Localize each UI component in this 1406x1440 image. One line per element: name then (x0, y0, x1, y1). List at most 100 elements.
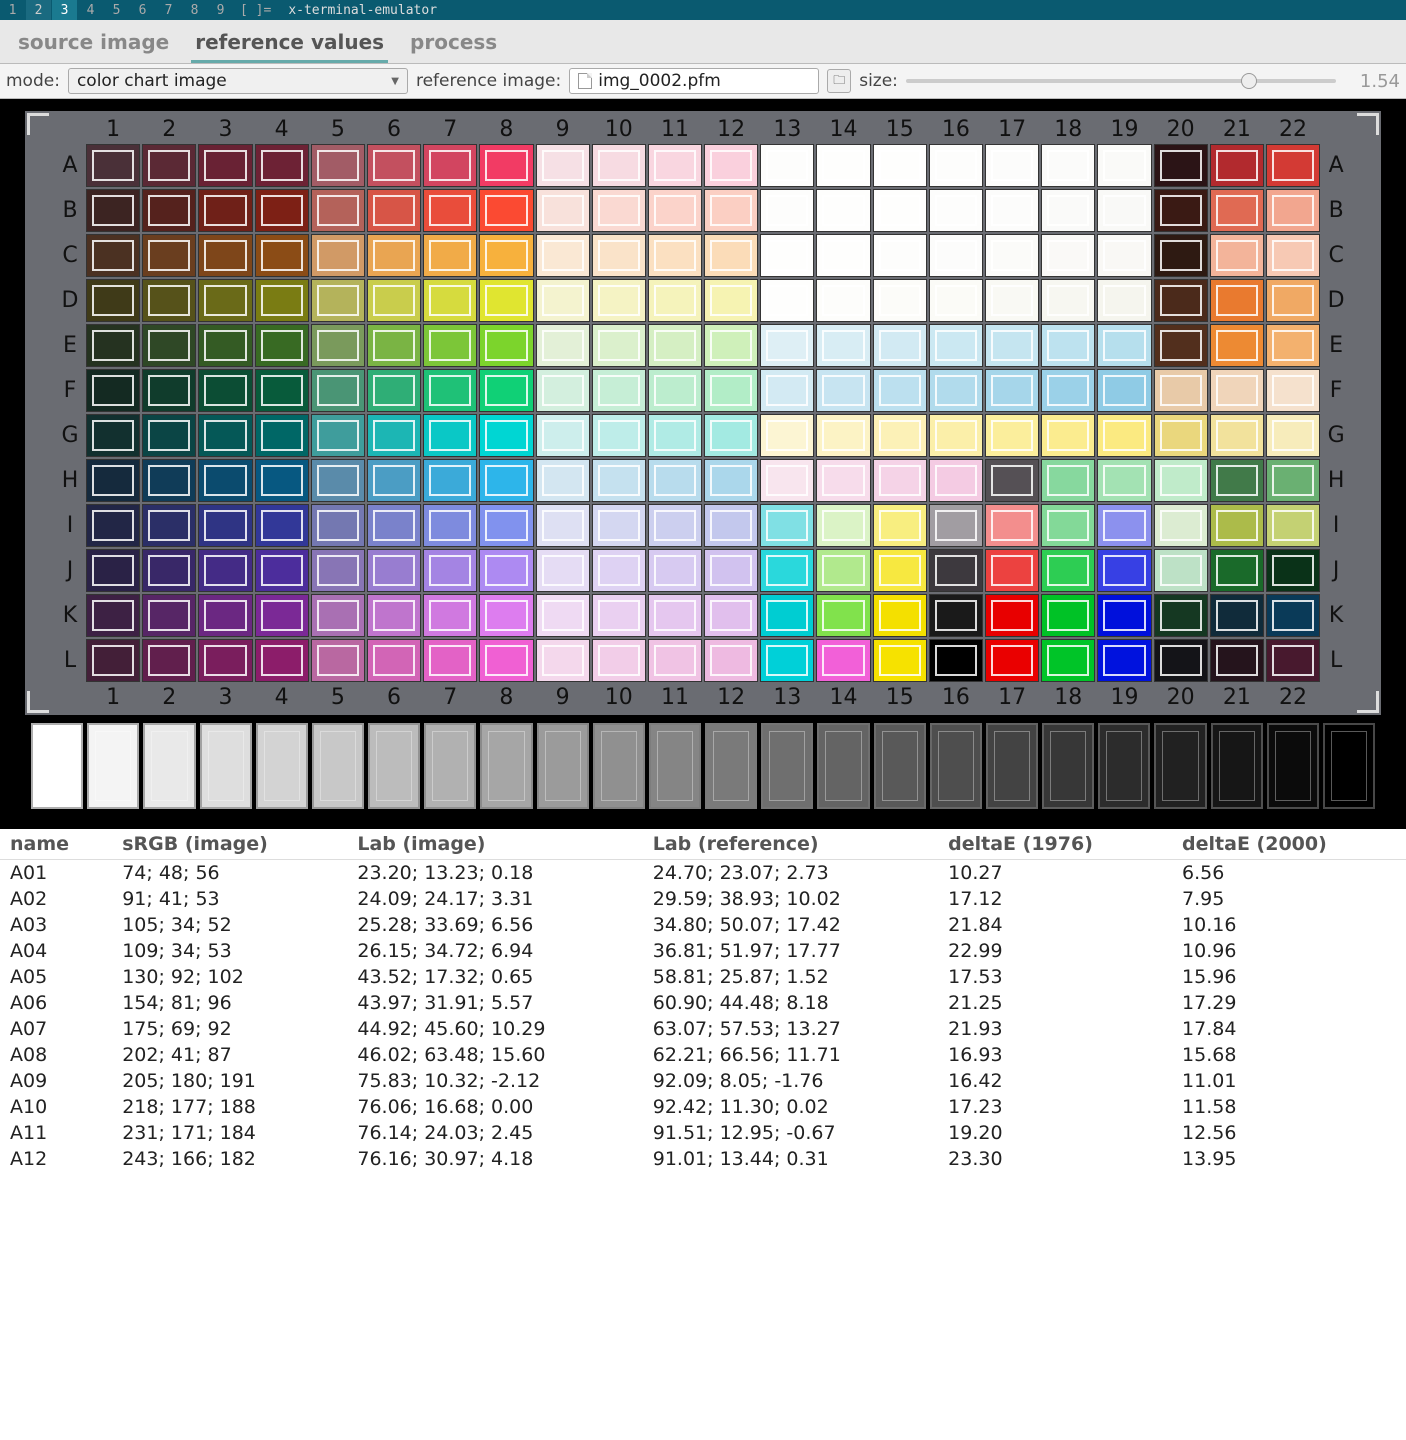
swatch-J14[interactable] (816, 549, 870, 592)
table-row[interactable]: A08202; 41; 8746.02; 63.48; 15.6062.21; … (0, 1042, 1406, 1068)
swatch-G07[interactable] (423, 414, 477, 457)
workspace-3[interactable]: 3 (52, 0, 78, 20)
swatch-D10[interactable] (592, 279, 646, 322)
swatch-G13[interactable] (760, 414, 814, 457)
swatch-C16[interactable] (929, 234, 983, 277)
swatch-K07[interactable] (423, 594, 477, 637)
gray-swatch-4[interactable] (256, 723, 308, 809)
swatch-J04[interactable] (255, 549, 309, 592)
swatch-J17[interactable] (985, 549, 1039, 592)
swatch-I17[interactable] (985, 504, 1039, 547)
swatch-A13[interactable] (760, 144, 814, 187)
swatch-G14[interactable] (816, 414, 870, 457)
swatch-B12[interactable] (704, 189, 758, 232)
swatch-B08[interactable] (479, 189, 533, 232)
gray-swatch-22[interactable] (1267, 723, 1319, 809)
swatch-A19[interactable] (1097, 144, 1151, 187)
swatch-I22[interactable] (1266, 504, 1320, 547)
reference-image-field[interactable]: img_0002.pfm (569, 68, 819, 94)
swatch-H15[interactable] (873, 459, 927, 502)
workspace-9[interactable]: 9 (208, 0, 234, 20)
swatch-L07[interactable] (423, 639, 477, 682)
swatch-C10[interactable] (592, 234, 646, 277)
swatch-I04[interactable] (255, 504, 309, 547)
swatch-A18[interactable] (1041, 144, 1095, 187)
swatch-I01[interactable] (86, 504, 140, 547)
swatch-H05[interactable] (311, 459, 365, 502)
swatch-F05[interactable] (311, 369, 365, 412)
swatch-H04[interactable] (255, 459, 309, 502)
swatch-G03[interactable] (198, 414, 252, 457)
swatch-A22[interactable] (1266, 144, 1320, 187)
swatch-A09[interactable] (536, 144, 590, 187)
swatch-K12[interactable] (704, 594, 758, 637)
swatch-A04[interactable] (255, 144, 309, 187)
slider-thumb[interactable] (1241, 73, 1257, 89)
swatch-E07[interactable] (423, 324, 477, 367)
swatch-H02[interactable] (142, 459, 196, 502)
table-row[interactable]: A09205; 180; 19175.83; 10.32; -2.1292.09… (0, 1068, 1406, 1094)
swatch-L17[interactable] (985, 639, 1039, 682)
swatch-L06[interactable] (367, 639, 421, 682)
swatch-L19[interactable] (1097, 639, 1151, 682)
swatch-E19[interactable] (1097, 324, 1151, 367)
swatch-H08[interactable] (479, 459, 533, 502)
swatch-I21[interactable] (1210, 504, 1264, 547)
table-row[interactable]: A04109; 34; 5326.15; 34.72; 6.9436.81; 5… (0, 938, 1406, 964)
swatch-A16[interactable] (929, 144, 983, 187)
swatch-A03[interactable] (198, 144, 252, 187)
swatch-I18[interactable] (1041, 504, 1095, 547)
swatch-J19[interactable] (1097, 549, 1151, 592)
swatch-B09[interactable] (536, 189, 590, 232)
gray-swatch-9[interactable] (537, 723, 589, 809)
swatch-G05[interactable] (311, 414, 365, 457)
swatch-E03[interactable] (198, 324, 252, 367)
swatch-K16[interactable] (929, 594, 983, 637)
swatch-F06[interactable] (367, 369, 421, 412)
gray-swatch-8[interactable] (480, 723, 532, 809)
gray-swatch-16[interactable] (930, 723, 982, 809)
swatch-A07[interactable] (423, 144, 477, 187)
swatch-L22[interactable] (1266, 639, 1320, 682)
tab-reference-values[interactable]: reference values (191, 26, 388, 63)
swatch-B18[interactable] (1041, 189, 1095, 232)
swatch-K19[interactable] (1097, 594, 1151, 637)
swatch-C02[interactable] (142, 234, 196, 277)
swatch-L21[interactable] (1210, 639, 1264, 682)
swatch-K05[interactable] (311, 594, 365, 637)
swatch-C07[interactable] (423, 234, 477, 277)
swatch-J03[interactable] (198, 549, 252, 592)
swatch-K13[interactable] (760, 594, 814, 637)
swatch-J11[interactable] (648, 549, 702, 592)
swatch-G06[interactable] (367, 414, 421, 457)
swatch-D02[interactable] (142, 279, 196, 322)
swatch-I20[interactable] (1154, 504, 1208, 547)
swatch-J15[interactable] (873, 549, 927, 592)
swatch-I13[interactable] (760, 504, 814, 547)
gray-swatch-1[interactable] (87, 723, 139, 809)
swatch-J06[interactable] (367, 549, 421, 592)
col-header[interactable]: sRGB (image) (112, 829, 347, 860)
col-header[interactable]: deltaE (2000) (1172, 829, 1406, 860)
swatch-J09[interactable] (536, 549, 590, 592)
table-row[interactable]: A12243; 166; 18276.16; 30.97; 4.1891.01;… (0, 1146, 1406, 1172)
gray-swatch-6[interactable] (368, 723, 420, 809)
swatch-H20[interactable] (1154, 459, 1208, 502)
swatch-C06[interactable] (367, 234, 421, 277)
swatch-B10[interactable] (592, 189, 646, 232)
swatch-F09[interactable] (536, 369, 590, 412)
table-row[interactable]: A03105; 34; 5225.28; 33.69; 6.5634.80; 5… (0, 912, 1406, 938)
gray-swatch-21[interactable] (1211, 723, 1263, 809)
swatch-I15[interactable] (873, 504, 927, 547)
crop-corner-top-right[interactable] (1357, 113, 1379, 135)
swatch-H07[interactable] (423, 459, 477, 502)
swatch-I05[interactable] (311, 504, 365, 547)
swatch-D20[interactable] (1154, 279, 1208, 322)
swatch-J08[interactable] (479, 549, 533, 592)
swatch-K01[interactable] (86, 594, 140, 637)
swatch-G17[interactable] (985, 414, 1039, 457)
swatch-A02[interactable] (142, 144, 196, 187)
swatch-H11[interactable] (648, 459, 702, 502)
swatch-L11[interactable] (648, 639, 702, 682)
swatch-F12[interactable] (704, 369, 758, 412)
